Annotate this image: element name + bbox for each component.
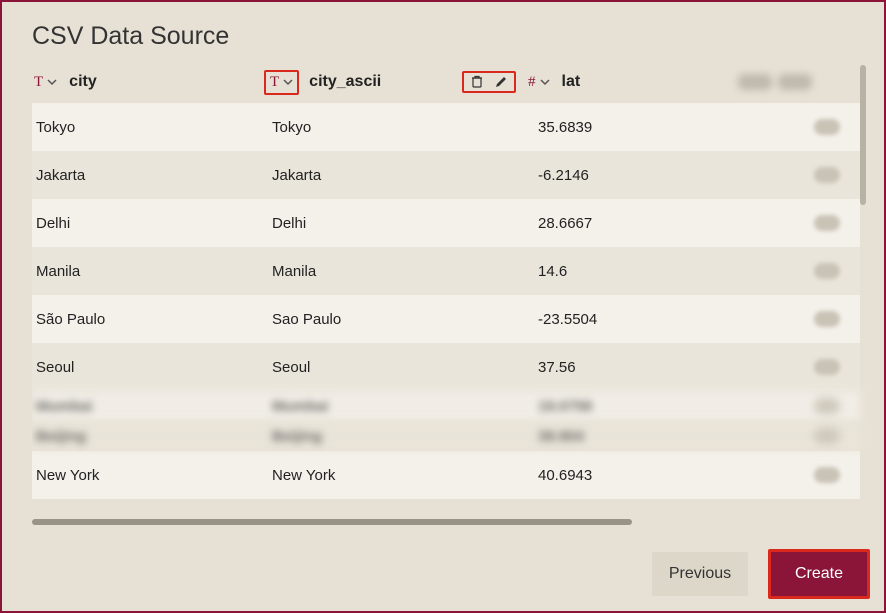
column-actions-city-ascii[interactable] [462, 71, 516, 93]
table-row[interactable]: JakartaJakarta-6.2146 [32, 151, 860, 199]
column-label: city [63, 73, 97, 91]
cell-lat: -23.5504 [534, 311, 750, 328]
table-row[interactable]: TokyoTokyo35.6839 [32, 103, 860, 151]
type-dropdown-city-ascii[interactable]: T [264, 70, 299, 95]
column-label: lat [556, 73, 581, 91]
column-header-lat[interactable]: # lat [526, 73, 738, 91]
table-row[interactable]: DelhiDelhi28.6667 [32, 199, 860, 247]
cell-lat: 14.6 [534, 263, 750, 280]
chevron-down-icon [283, 77, 293, 87]
cell-overflow [750, 467, 860, 483]
table-row[interactable]: ManilaManila14.6 [32, 247, 860, 295]
chevron-down-icon [540, 77, 550, 87]
type-dropdown-city[interactable]: T [32, 74, 59, 91]
column-headers: T city T city_ascii [32, 65, 860, 103]
cell-overflow [750, 215, 860, 231]
cell-overflow [750, 119, 860, 135]
delete-column-icon[interactable] [470, 75, 484, 89]
cell-city-ascii: Sao Paulo [268, 311, 534, 328]
data-table: T city T city_ascii [32, 65, 866, 525]
type-dropdown-lat[interactable]: # [526, 74, 552, 91]
vertical-scrollbar[interactable] [860, 65, 866, 205]
text-type-icon: T [34, 74, 43, 91]
cell-city: New York [32, 467, 268, 484]
create-button[interactable]: Create [768, 549, 870, 599]
text-type-icon: T [270, 74, 279, 91]
cell-city-ascii: Jakarta [268, 167, 534, 184]
cell-city: Seoul [32, 359, 268, 376]
cell-city-ascii: New York [268, 467, 534, 484]
table-row[interactable]: SeoulSeoul37.56 [32, 343, 860, 391]
cell-city: Delhi [32, 215, 268, 232]
cell-lat: 40.6943 [534, 467, 750, 484]
cell-city: Jakarta [32, 167, 268, 184]
cell-city-ascii: Tokyo [268, 119, 534, 136]
chevron-down-icon [47, 77, 57, 87]
cell-lat: 35.6839 [534, 119, 750, 136]
cell-overflow [750, 311, 860, 327]
table-row[interactable]: New YorkNew York40.6943 [32, 451, 860, 499]
cell-lat: -6.2146 [534, 167, 750, 184]
column-header-overflow [738, 74, 860, 90]
cell-city-ascii: Manila [268, 263, 534, 280]
column-label: city_ascii [303, 73, 381, 91]
dialog-footer: Previous Create [652, 549, 870, 599]
table-row: MumbaiMumbai19.0758 [32, 391, 860, 421]
cell-city-ascii: Delhi [268, 215, 534, 232]
cell-lat: 28.6667 [534, 215, 750, 232]
column-header-city-ascii[interactable]: T city_ascii [264, 70, 526, 95]
table-row[interactable]: São PauloSao Paulo-23.5504 [32, 295, 860, 343]
number-type-icon: # [528, 74, 536, 91]
cell-overflow [750, 359, 860, 375]
edit-column-icon[interactable] [494, 75, 508, 89]
table-row: BeijingBeijing39.904 [32, 421, 860, 451]
cell-city: Tokyo [32, 119, 268, 136]
cell-city-ascii: Seoul [268, 359, 534, 376]
column-header-city[interactable]: T city [32, 73, 264, 91]
cell-overflow [750, 263, 860, 279]
previous-button[interactable]: Previous [652, 552, 748, 596]
page-title: CSV Data Source [2, 2, 884, 65]
cell-lat: 37.56 [534, 359, 750, 376]
cell-city: São Paulo [32, 311, 268, 328]
cell-overflow [750, 167, 860, 183]
horizontal-scrollbar[interactable] [32, 519, 632, 525]
cell-city: Manila [32, 263, 268, 280]
